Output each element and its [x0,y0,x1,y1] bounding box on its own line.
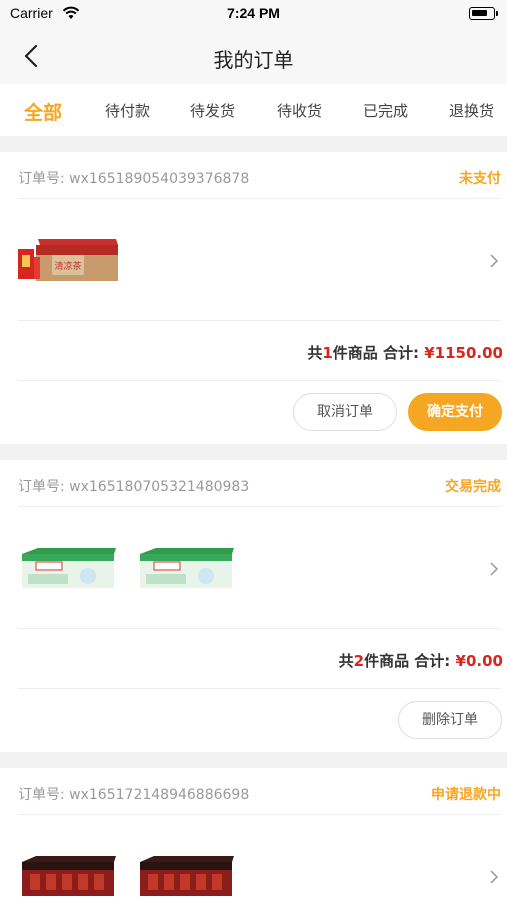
cancel-order-button[interactable]: 取消订单 [293,393,397,431]
order-status: 申请退款中 [431,787,501,803]
dark-red-drink-box-image[interactable] [18,856,118,896]
item-count-suffix: 件商品 合计: [364,652,451,670]
green-drink-box-image[interactable] [18,548,118,590]
order-status: 交易完成 [445,479,501,495]
order-number: 订单号: wx16518905403937​6878 [18,171,250,187]
item-count: 1 [322,344,333,362]
chevron-right-icon[interactable] [489,254,499,268]
order-status: 未支付 [459,171,501,187]
divider [18,688,501,689]
chevron-right-icon[interactable] [489,562,499,576]
tab-returns[interactable]: 退换货 [449,100,494,121]
svg-text:清凉茶: 清凉茶 [54,260,81,272]
order-number: 订单号: wx165172148946886698 [18,787,250,803]
chevron-right-icon[interactable] [489,870,499,884]
order-summary: 共1件商品 合计: ¥1150.00 [307,342,503,363]
order-total: ¥0.00 [455,652,503,670]
divider [18,198,501,199]
red-drink-box-image[interactable]: 清凉茶 [16,237,120,283]
divider [18,320,501,321]
order-card: 订单号: wx165172148946886698 申请退款中 [0,768,507,900]
tab-pending-receipt[interactable]: 待收货 [277,100,322,121]
order-total: ¥1150.00 [424,344,503,362]
tab-all[interactable]: 全部 [24,98,62,125]
divider [18,628,501,629]
order-tabs: 全部 待付款 待发货 待收货 已完成 退换货 [0,84,507,136]
order-card: 订单号: wx16518905403937​6878 未支付 清凉茶 共1件商品… [0,152,507,444]
status-bar: Carrier 7:24 PM [0,0,507,28]
item-count-prefix: 共 [338,652,354,670]
order-number: 订单号: wx165180705321480983 [18,479,250,495]
tab-pending-shipment[interactable]: 待发货 [190,100,235,121]
divider [18,506,501,507]
item-count-suffix: 件商品 合计: [332,344,419,362]
battery-icon [469,7,498,20]
item-count-prefix: 共 [307,344,323,362]
page-title: 我的订单 [213,48,294,72]
tab-pending-payment[interactable]: 待付款 [105,100,150,121]
dark-red-drink-box-image[interactable] [136,856,236,896]
confirm-payment-button[interactable]: 确定支付 [408,393,502,431]
divider [18,380,501,381]
status-time: 7:24 PM [227,5,280,21]
green-drink-box-image[interactable] [136,548,236,590]
order-summary: 共2件商品 合计: ¥0.00 [339,650,503,671]
order-card: 订单号: wx165180705321480983 交易完成 共2件商品 合计:… [0,460,507,752]
tab-completed[interactable]: 已完成 [363,100,408,121]
delete-order-button[interactable]: 删除订单 [398,701,502,739]
divider [18,814,501,815]
item-count: 2 [353,652,365,670]
nav-bar: 我的订单 [0,28,507,84]
